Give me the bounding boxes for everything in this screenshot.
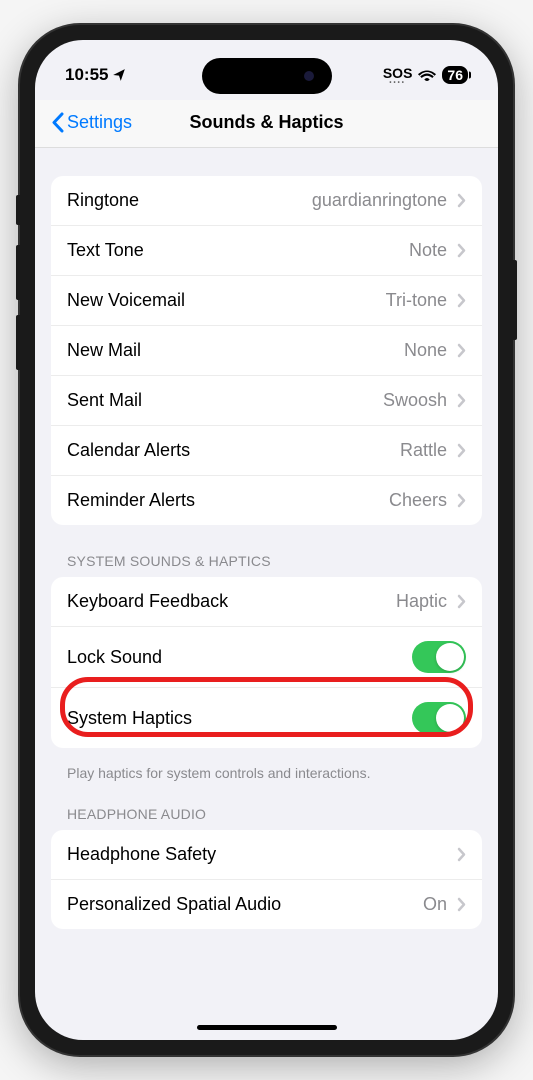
chevron-right-icon	[457, 594, 466, 609]
headphone-group: Headphone Safety Personalized Spatial Au…	[51, 830, 482, 929]
row-label: Text Tone	[67, 240, 409, 261]
phone-frame: 10:55 SOS •••• 76 Settings Sounds & Hapt…	[20, 25, 513, 1055]
chevron-right-icon	[457, 243, 466, 258]
back-button[interactable]: Settings	[51, 112, 132, 133]
page-title: Sounds & Haptics	[189, 112, 343, 133]
row-new-voicemail[interactable]: New Voicemail Tri-tone	[51, 276, 482, 326]
chevron-right-icon	[457, 343, 466, 358]
row-label: New Mail	[67, 340, 404, 361]
back-label: Settings	[67, 112, 132, 133]
row-value: guardianringtone	[312, 190, 447, 211]
row-value: None	[404, 340, 447, 361]
row-lock-sound: Lock Sound	[51, 627, 482, 688]
section-header-headphone: HEADPHONE AUDIO	[51, 806, 482, 830]
row-value: Rattle	[400, 440, 447, 461]
row-label: Keyboard Feedback	[67, 591, 396, 612]
location-icon	[112, 68, 126, 82]
row-value: Haptic	[396, 591, 447, 612]
section-header-system: SYSTEM SOUNDS & HAPTICS	[51, 553, 482, 577]
row-sent-mail[interactable]: Sent Mail Swoosh	[51, 376, 482, 426]
row-value: On	[423, 894, 447, 915]
chevron-right-icon	[457, 493, 466, 508]
row-calendar-alerts[interactable]: Calendar Alerts Rattle	[51, 426, 482, 476]
dynamic-island	[202, 58, 332, 94]
content-scroll[interactable]: Ringtone guardianringtone Text Tone Note…	[35, 148, 498, 1036]
row-new-mail[interactable]: New Mail None	[51, 326, 482, 376]
row-label: System Haptics	[67, 708, 412, 729]
row-text-tone[interactable]: Text Tone Note	[51, 226, 482, 276]
row-label: Calendar Alerts	[67, 440, 400, 461]
row-label: Personalized Spatial Audio	[67, 894, 423, 915]
row-label: Sent Mail	[67, 390, 383, 411]
row-reminder-alerts[interactable]: Reminder Alerts Cheers	[51, 476, 482, 525]
chevron-right-icon	[457, 443, 466, 458]
chevron-right-icon	[457, 293, 466, 308]
row-label: Ringtone	[67, 190, 312, 211]
row-headphone-safety[interactable]: Headphone Safety	[51, 830, 482, 880]
row-system-haptics: System Haptics	[51, 688, 482, 748]
row-value: Cheers	[389, 490, 447, 511]
section-footer-system: Play haptics for system controls and int…	[51, 756, 482, 782]
row-spatial-audio[interactable]: Personalized Spatial Audio On	[51, 880, 482, 929]
sos-indicator: SOS	[383, 65, 413, 81]
row-label: New Voicemail	[67, 290, 386, 311]
row-label: Headphone Safety	[67, 844, 447, 865]
chevron-right-icon	[457, 193, 466, 208]
home-indicator[interactable]	[197, 1025, 337, 1030]
status-time: 10:55	[65, 65, 108, 85]
row-keyboard-feedback[interactable]: Keyboard Feedback Haptic	[51, 577, 482, 627]
chevron-right-icon	[457, 897, 466, 912]
sounds-group: Ringtone guardianringtone Text Tone Note…	[51, 176, 482, 525]
row-label: Lock Sound	[67, 647, 412, 668]
toggle-system-haptics[interactable]	[412, 702, 466, 734]
row-value: Swoosh	[383, 390, 447, 411]
chevron-left-icon	[51, 112, 64, 133]
row-value: Note	[409, 240, 447, 261]
toggle-lock-sound[interactable]	[412, 641, 466, 673]
wifi-icon	[418, 68, 436, 82]
row-label: Reminder Alerts	[67, 490, 389, 511]
battery-indicator: 76	[442, 66, 468, 84]
system-sounds-group: Keyboard Feedback Haptic Lock Sound Syst…	[51, 577, 482, 748]
screen: 10:55 SOS •••• 76 Settings Sounds & Hapt…	[35, 40, 498, 1040]
row-value: Tri-tone	[386, 290, 447, 311]
chevron-right-icon	[457, 847, 466, 862]
chevron-right-icon	[457, 393, 466, 408]
row-ringtone[interactable]: Ringtone guardianringtone	[51, 176, 482, 226]
nav-header: Settings Sounds & Haptics	[35, 100, 498, 148]
